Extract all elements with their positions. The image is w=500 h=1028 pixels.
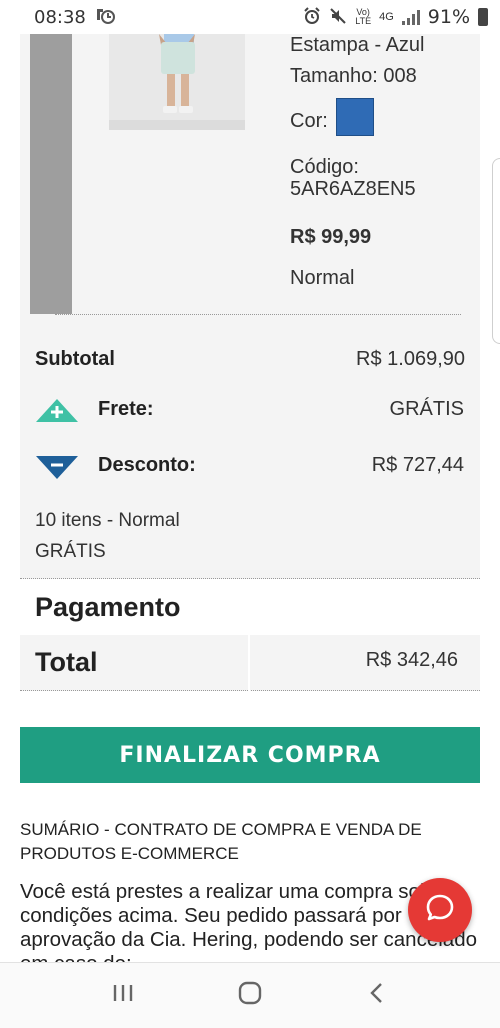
data-saver-icon [94,6,116,29]
product-codigo-value: 5AR6AZ8EN5 [290,178,416,200]
total-divider [248,635,250,691]
order-summary: Subtotal R$ 1.069,90 Frete: GRÁTIS Desco… [20,314,480,579]
desconto-value: R$ 727,44 [371,454,464,476]
payment-title: Pagamento [35,592,181,622]
frete-expand-icon[interactable] [34,396,80,426]
recent-apps-button[interactable] [93,971,153,1021]
battery-icon [478,8,488,26]
scrollbar-thumb[interactable] [492,158,500,344]
network-type: 4G [379,11,394,23]
home-button[interactable] [220,971,280,1021]
frete-label: Frete: [98,398,154,420]
subtotal-value: R$ 1.069,90 [356,348,465,370]
product-estampa: Estampa - Azul [290,34,425,56]
recent-apps-icon [111,982,135,1009]
battery-percent: 91% [427,6,470,28]
product-price: R$ 99,99 [290,226,372,248]
finalizar-compra-button[interactable]: FINALIZAR COMPRA [20,727,480,783]
status-bar: 08:38 Vo) LTE 4G 91% [0,0,500,34]
signal-icon [401,9,420,25]
alarm-icon [303,6,321,28]
product-cor-label: Cor: [290,110,328,132]
subtotal-row: Subtotal R$ 1.069,90 [35,348,465,371]
product-side-bar [30,34,72,314]
mute-icon [329,7,347,28]
frete-value: GRÁTIS [389,398,464,420]
product-codigo-label: Código: [290,156,359,178]
divider [55,314,461,315]
items-count: 10 itens - Normal [35,510,180,531]
volte-icon: Vo) LTE [355,7,372,26]
product-image[interactable] [109,34,245,130]
product-color-swatch [336,98,374,136]
subtotal-label: Subtotal [35,348,115,370]
total-value: R$ 342,46 [365,649,458,671]
product-tamanho: Tamanho: 008 [290,65,417,87]
items-shipping: GRÁTIS [35,541,106,562]
back-button[interactable] [347,971,407,1021]
home-icon [237,980,263,1011]
product-shipping-type: Normal [290,267,355,289]
total-row: Total R$ 342,46 [20,635,480,691]
total-label: Total [35,647,98,677]
desconto-label: Desconto: [98,454,196,476]
status-icons: Vo) LTE 4G 91% [303,6,488,28]
back-icon [366,981,388,1010]
product-item: Estampa - Azul Tamanho: 008 Cor: Código:… [20,34,480,314]
status-time: 08:38 [34,6,86,28]
navigation-bar [0,962,500,1028]
desconto-collapse-icon[interactable] [34,452,80,482]
chat-bubble-icon [424,892,456,929]
chat-button[interactable] [408,878,472,942]
contract-title: SUMÁRIO - CONTRATO DE COMPRA E VENDA DE … [20,820,422,863]
